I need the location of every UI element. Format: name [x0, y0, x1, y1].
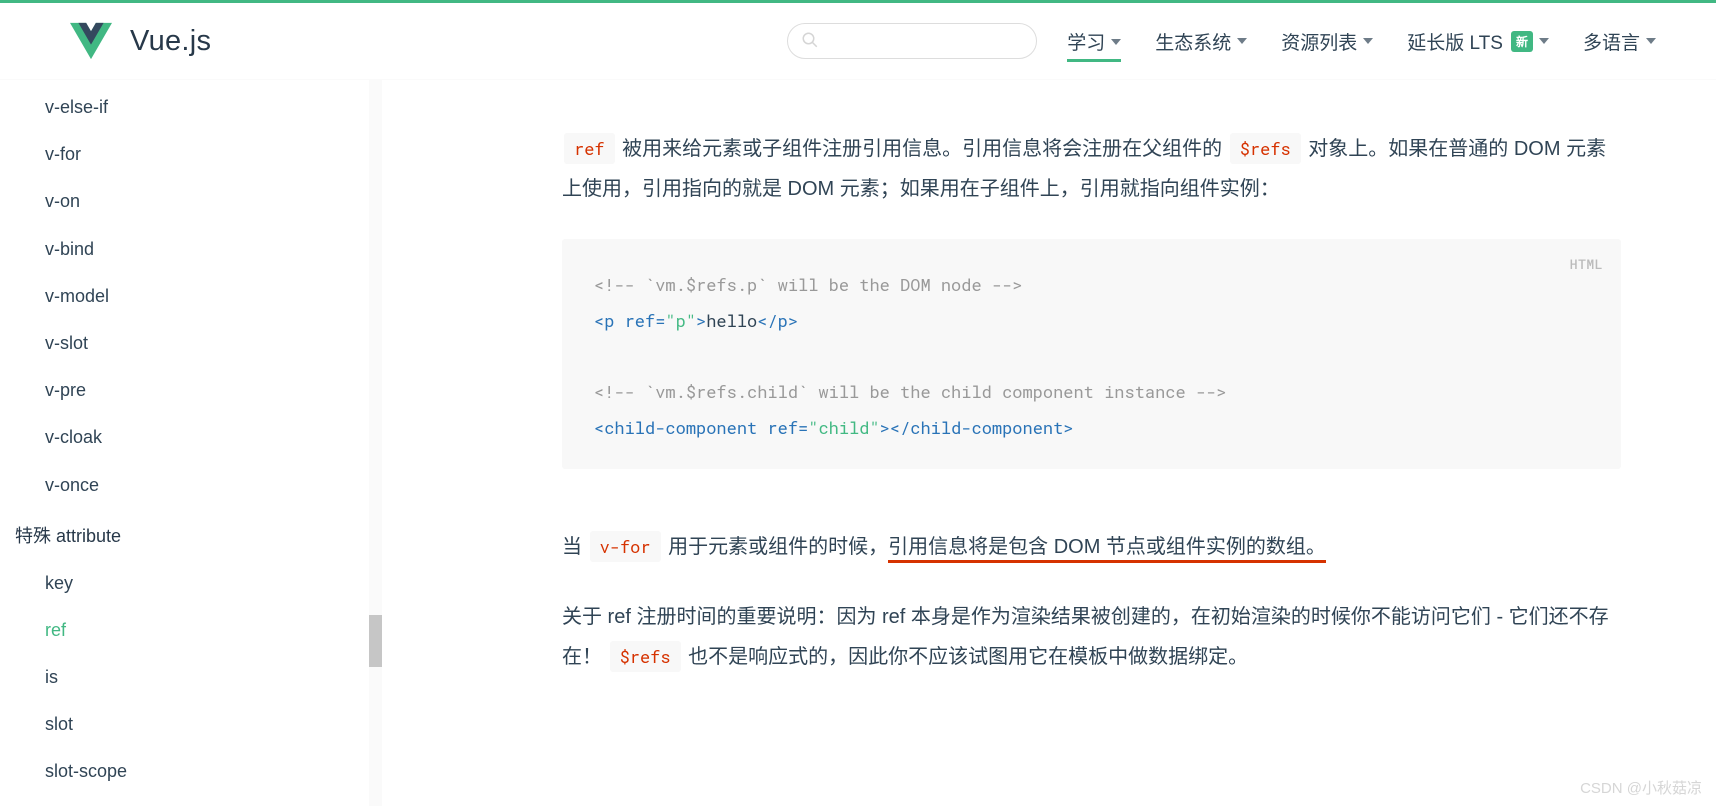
- brand-name: Vue.js: [130, 25, 211, 58]
- sidebar-item[interactable]: v-bind: [15, 226, 382, 273]
- nav-lang[interactable]: 多语言: [1583, 20, 1656, 63]
- code-ref: ref: [564, 133, 615, 164]
- scrollbar-track: [369, 80, 382, 806]
- code-block: HTML <!-- `vm.$refs.p` will be the DOM n…: [562, 239, 1621, 469]
- sidebar-item[interactable]: v-pre: [15, 367, 382, 414]
- code-refs-2: $refs: [610, 641, 681, 672]
- watermark: CSDN @小秋菇凉: [1580, 777, 1702, 798]
- paragraph-intro: ref 被用来给元素或子组件注册引用信息。引用信息将会注册在父组件的 $refs…: [562, 129, 1621, 209]
- sidebar-item[interactable]: slot: [15, 701, 382, 748]
- sidebar-item[interactable]: key: [15, 560, 382, 607]
- sidebar-item[interactable]: v-for: [15, 131, 382, 178]
- paragraph-note: 关于 ref 注册时间的重要说明：因为 ref 本身是作为渲染结果被创建的，在初…: [562, 597, 1621, 677]
- sidebar-item[interactable]: v-slot: [15, 320, 382, 367]
- chevron-down-icon: [1111, 39, 1121, 45]
- chevron-down-icon: [1539, 38, 1549, 44]
- sidebar-section-heading: 特殊 attribute: [15, 509, 382, 560]
- emphasized-text: 引用信息将是包含 DOM 节点或组件实例的数组。: [888, 536, 1326, 563]
- main-content: ref 被用来给元素或子组件注册引用信息。引用信息将会注册在父组件的 $refs…: [382, 80, 1716, 806]
- sidebar-item[interactable]: is: [15, 654, 382, 701]
- header: Vue.js 学习 生态系统 资源列表 延长版 LTS新 多语言: [0, 3, 1716, 80]
- code-lang-label: HTML: [1570, 251, 1603, 278]
- chevron-down-icon: [1646, 38, 1656, 44]
- search-icon: [801, 31, 819, 49]
- nav-learn[interactable]: 学习: [1067, 20, 1121, 62]
- nav-resources[interactable]: 资源列表: [1281, 20, 1373, 63]
- chevron-down-icon: [1363, 38, 1373, 44]
- sidebar-item[interactable]: v-once: [15, 462, 382, 509]
- code-vfor: v-for: [590, 531, 661, 562]
- sidebar-item[interactable]: v-else-if: [15, 84, 382, 131]
- top-nav: 学习 生态系统 资源列表 延长版 LTS新 多语言: [1067, 20, 1656, 63]
- sidebar: v-else-ifv-forv-onv-bindv-modelv-slotv-p…: [0, 80, 382, 806]
- sidebar-item[interactable]: slot-scope: [15, 748, 382, 795]
- sidebar-item[interactable]: v-model: [15, 273, 382, 320]
- nav-ecosystem[interactable]: 生态系统: [1155, 20, 1247, 63]
- logo[interactable]: Vue.js: [70, 20, 211, 62]
- scrollbar-thumb[interactable]: [369, 615, 382, 667]
- nav-lts[interactable]: 延长版 LTS新: [1407, 20, 1549, 63]
- sidebar-item[interactable]: v-on: [15, 178, 382, 225]
- new-badge: 新: [1511, 31, 1533, 52]
- sidebar-item[interactable]: v-cloak: [15, 414, 382, 461]
- chevron-down-icon: [1237, 38, 1247, 44]
- search-input[interactable]: [787, 23, 1037, 59]
- code-refs-1: $refs: [1230, 133, 1301, 164]
- sidebar-item[interactable]: ref: [15, 607, 382, 654]
- vue-logo-icon: [70, 20, 112, 62]
- paragraph-vfor: 当 v-for 用于元素或组件的时候，引用信息将是包含 DOM 节点或组件实例的…: [562, 527, 1621, 567]
- search-box[interactable]: [787, 23, 1037, 59]
